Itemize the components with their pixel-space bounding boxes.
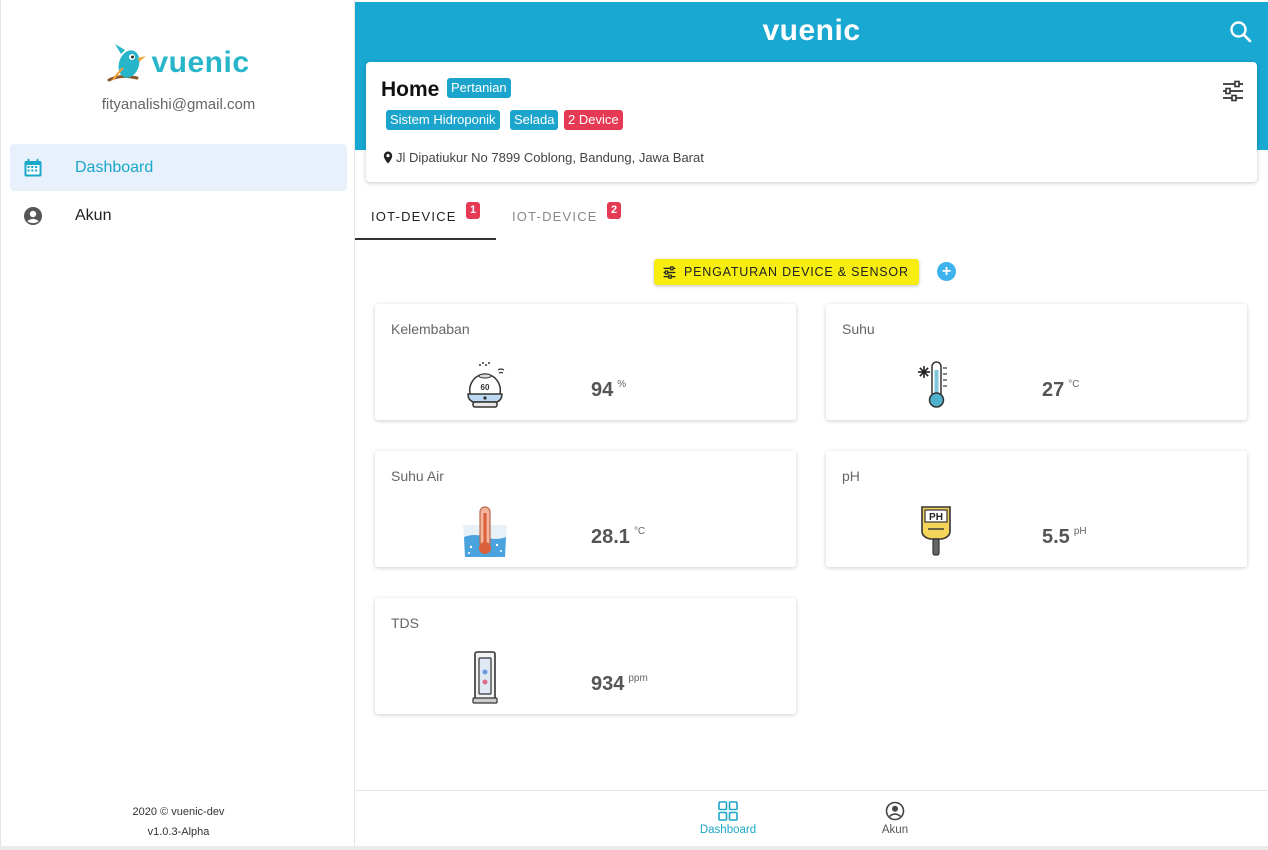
user-email: fityanalishi@gmail.com — [101, 96, 256, 113]
sidebar-footer: 2020 © vuenic-dev v1.0.3-Alpha — [1, 802, 356, 842]
window-bottom-edge — [0, 846, 1268, 850]
brand-logo: vuenic — [1, 40, 356, 91]
sidebar-item-akun[interactable]: Akun — [10, 192, 347, 239]
sensor-name: pH — [842, 468, 860, 484]
search-button[interactable] — [1228, 19, 1254, 45]
tab-iot-device-2[interactable]: IOT-DEVICE 2 — [496, 196, 637, 240]
sidebar-item-dashboard[interactable]: Dashboard — [10, 144, 347, 191]
tab-iot-device-1[interactable]: IOT-DEVICE 1 — [355, 196, 496, 240]
app-title: vuenic — [762, 14, 861, 47]
calendar-icon — [22, 157, 44, 179]
version-text: v1.0.3-Alpha — [147, 826, 210, 838]
account-circle-icon — [22, 205, 44, 227]
device-sensor-settings-button[interactable]: PENGATURAN DEVICE & SENSOR — [654, 259, 919, 285]
thermometer-icon — [918, 361, 947, 408]
location-pin-icon — [383, 151, 393, 164]
sensor-value: 27 °C — [1042, 379, 1079, 402]
sensor-value-number: 27 — [1042, 379, 1065, 401]
sensor-card-suhu[interactable]: Suhu 27 °C — [826, 304, 1247, 420]
sidebar-item-label: Dashboard — [75, 158, 154, 176]
sensor-value: 934 ppm — [591, 673, 648, 696]
address: Jl Dipatiukur No 7899 Coblong, Bandung, … — [383, 150, 704, 165]
sensor-value-number: 934 — [591, 673, 625, 695]
sensor-card-suhu-air[interactable]: Suhu Air 28.1 °C — [375, 451, 796, 567]
sensor-name: Kelembaban — [391, 321, 470, 337]
tab-label: IOT-DEVICE — [371, 209, 457, 224]
bottom-nav-dashboard[interactable]: Dashboard — [683, 791, 773, 847]
brand-name: vuenic — [151, 46, 250, 79]
svg-text:60: 60 — [481, 383, 490, 392]
device-tabs: IOT-DEVICE 1 IOT-DEVICE 2 — [355, 196, 637, 240]
home-title: Home — [381, 78, 440, 101]
humidifier-icon: 60 — [467, 362, 505, 408]
tab-badge: 1 — [466, 202, 480, 219]
address-text: Jl Dipatiukur No 7899 Coblong, Bandung, … — [396, 150, 704, 165]
tab-badge: 2 — [607, 202, 621, 219]
svg-text:PH: PH — [929, 512, 943, 523]
grid-icon — [718, 801, 738, 821]
bottom-nav-label: Dashboard — [699, 824, 757, 836]
bottom-nav-label: Akun — [881, 824, 909, 836]
sensor-unit: pH — [1073, 526, 1087, 537]
sidebar-item-label: Akun — [75, 206, 112, 224]
bottom-nav-akun[interactable]: Akun — [850, 791, 940, 847]
sensor-unit: °C — [633, 526, 646, 537]
sensor-value: 28.1 °C — [591, 526, 645, 549]
bird-logo-icon — [107, 44, 147, 82]
category-chip: Pertanian — [447, 78, 511, 98]
sensor-value: 94% — [591, 379, 626, 402]
sensor-value-number: 5.5 — [1042, 526, 1070, 548]
sidebar: vuenic fityanalishi@gmail.com Dashboard — [0, 0, 355, 850]
sidebar-nav: Dashboard Akun — [10, 144, 347, 240]
water-temperature-icon — [463, 506, 507, 557]
sensor-unit: % — [617, 379, 627, 390]
settings-button-label: PENGATURAN DEVICE & SENSOR — [684, 265, 909, 279]
copyright-text: 2020 © vuenic-dev — [132, 806, 225, 818]
device-count-chip: 2 Device — [564, 110, 623, 130]
sensor-name: Suhu — [842, 321, 875, 337]
sensor-value-number: 28.1 — [591, 526, 630, 548]
sensor-name: Suhu Air — [391, 468, 444, 484]
sensor-value-number: 94 — [591, 379, 614, 401]
home-info-card: Home Pertanian Sistem Hidroponik Selada … — [366, 62, 1257, 182]
sensor-card-kelembaban[interactable]: Kelembaban 60 94% — [375, 304, 796, 420]
sensor-unit: °C — [1068, 379, 1080, 390]
tune-icon — [663, 265, 676, 279]
search-icon — [1230, 21, 1252, 43]
sensor-card-ph[interactable]: pH PH 5.5 pH — [826, 451, 1247, 567]
tag-chip: Selada — [510, 110, 559, 130]
tag-chip: Sistem Hidroponik — [386, 110, 500, 130]
bottom-navigation: Dashboard Akun — [355, 790, 1268, 846]
account-circle-icon — [885, 801, 905, 821]
sensor-unit: ppm — [628, 673, 648, 684]
tune-icon — [1223, 80, 1243, 102]
ph-meter-icon: PH — [921, 506, 951, 556]
sensor-name: TDS — [391, 615, 419, 631]
sensor-card-tds[interactable]: TDS 934 ppm — [375, 598, 796, 714]
add-device-button[interactable]: + — [937, 262, 956, 281]
tab-label: IOT-DEVICE — [512, 209, 598, 224]
sensor-value: 5.5 pH — [1042, 526, 1087, 549]
filter-settings-button[interactable] — [1221, 80, 1245, 102]
tds-meter-icon — [472, 651, 498, 704]
